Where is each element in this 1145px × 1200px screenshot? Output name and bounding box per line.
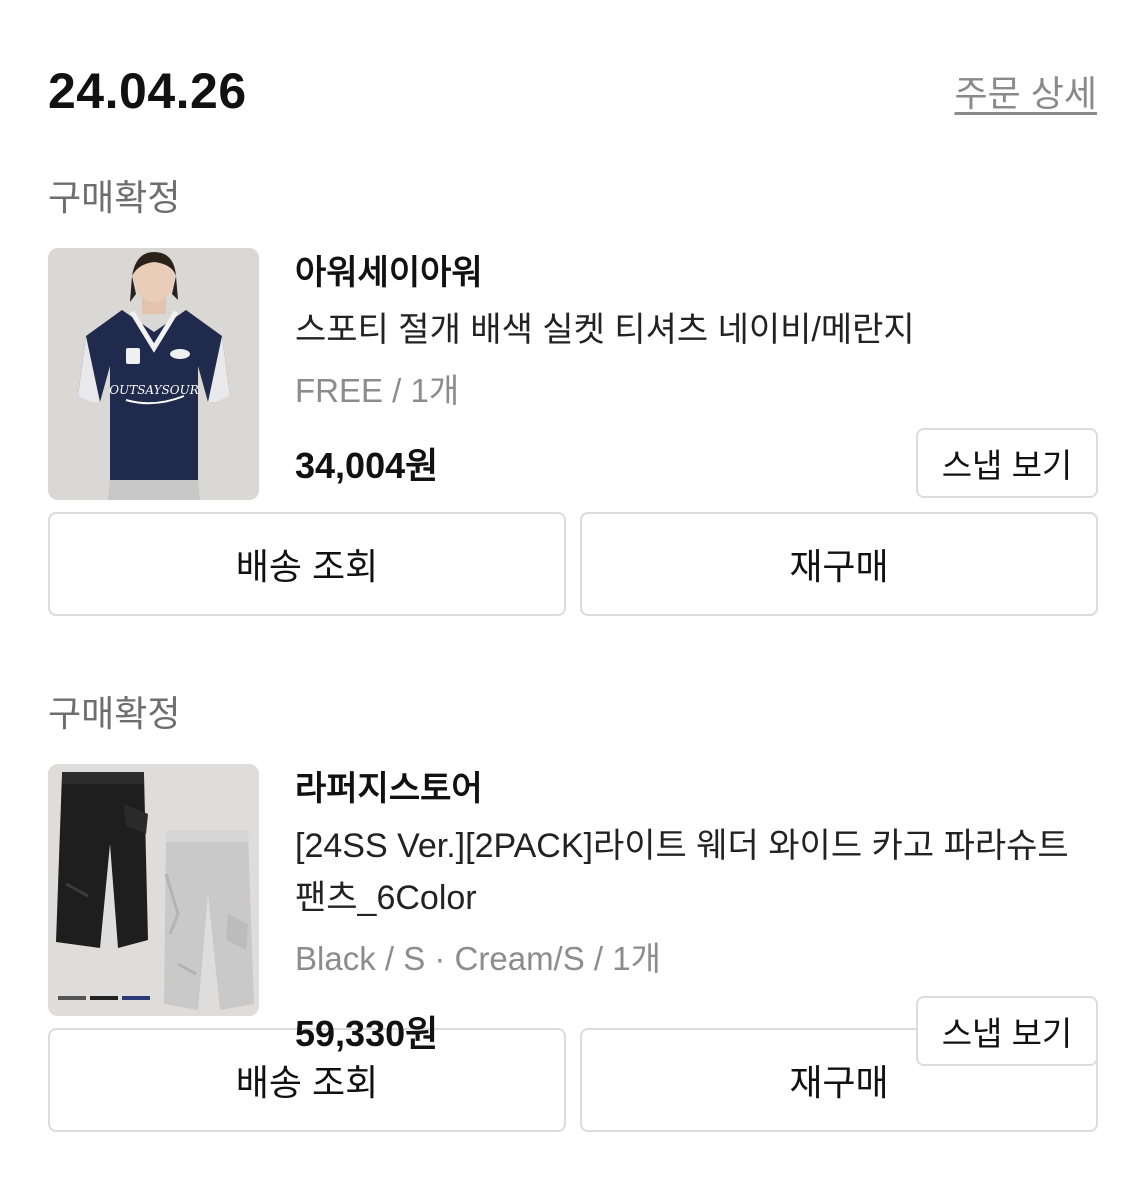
order-header: 24.04.26 주문 상세 xyxy=(48,56,1097,126)
snap-view-button[interactable]: 스냅 보기 xyxy=(916,428,1098,498)
price-row: 59,330원 스냅 보기 xyxy=(295,996,1098,1066)
order-detail-link[interactable]: 주문 상세 xyxy=(955,65,1097,117)
product-name[interactable]: [24SS Ver.][2PACK]라이트 웨더 와이드 카고 파라슈트 팬츠_… xyxy=(295,820,1098,924)
product-info: 아워세이아워 스포티 절개 배색 실켓 티셔츠 네이비/메란지 FREE / 1… xyxy=(295,248,1098,498)
order-history-page: 24.04.26 주문 상세 구매확정 OUTSAYSOUR 아워세이아워 스포… xyxy=(0,0,1145,1200)
order-date: 24.04.26 xyxy=(48,63,247,119)
price-row: 34,004원 스냅 보기 xyxy=(295,428,1098,498)
product-option: Black / S · Cream/S / 1개 xyxy=(295,940,661,977)
product-price: 59,330원 xyxy=(295,1013,439,1054)
order-item: 구매확정 OUTSAYSOUR 아워세이아워 스포티 절개 배색 실켓 티셔츠 … xyxy=(48,170,1098,616)
order-status: 구매확정 xyxy=(48,693,181,734)
track-delivery-button[interactable]: 배송 조회 xyxy=(48,512,566,616)
snap-view-button[interactable]: 스냅 보기 xyxy=(916,996,1098,1066)
item-body: OUTSAYSOUR 아워세이아워 스포티 절개 배색 실켓 티셔츠 네이비/메… xyxy=(48,248,1098,502)
brand-name[interactable]: 라퍼지스토어 xyxy=(295,764,1098,814)
item-body: 라퍼지스토어 [24SS Ver.][2PACK]라이트 웨더 와이드 카고 파… xyxy=(48,764,1098,1066)
rebuy-button[interactable]: 재구매 xyxy=(580,512,1098,616)
order-item: 구매확정 라퍼지스토어 [24SS Ver.][2PACK]라이트 웨더 와이드… xyxy=(48,686,1098,1132)
brand-name[interactable]: 아워세이아워 xyxy=(295,248,1098,298)
product-option: FREE / 1개 xyxy=(295,372,460,409)
svg-text:OUTSAYSOUR: OUTSAYSOUR xyxy=(109,383,198,397)
product-name[interactable]: 스포티 절개 배색 실켓 티셔츠 네이비/메란지 xyxy=(295,304,1098,356)
product-price: 34,004원 xyxy=(295,445,439,486)
item-actions: 배송 조회 재구매 xyxy=(48,512,1098,616)
product-info: 라퍼지스토어 [24SS Ver.][2PACK]라이트 웨더 와이드 카고 파… xyxy=(295,764,1098,1066)
product-image[interactable]: OUTSAYSOUR xyxy=(48,248,259,500)
order-status: 구매확정 xyxy=(48,177,181,218)
product-image[interactable] xyxy=(48,764,259,1016)
